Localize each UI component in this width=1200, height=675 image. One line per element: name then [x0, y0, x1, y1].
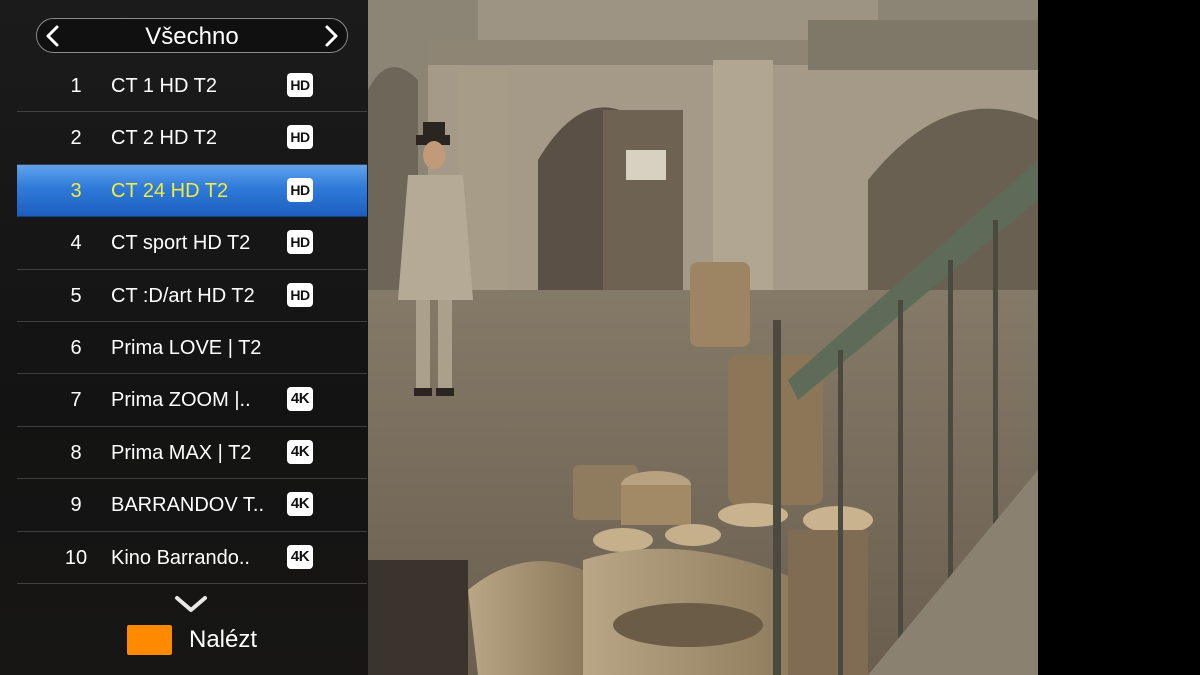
channel-row[interactable]: 4 CT sport HD T2 HD — [17, 217, 367, 270]
hd-badge-icon: HD — [287, 73, 313, 97]
channel-name: CT sport HD T2 — [111, 232, 251, 255]
hd-badge-icon: HD — [287, 230, 313, 255]
chevron-down-icon[interactable] — [173, 594, 209, 614]
channel-name: Prima ZOOM |.. — [111, 389, 251, 412]
channel-name: CT 1 HD T2 — [111, 75, 217, 97]
hd-badge-icon: HD — [287, 177, 313, 202]
channel-row[interactable]: 10 Kino Barrando.. 4K — [17, 532, 367, 584]
channel-name: Prima MAX | T2 — [111, 441, 252, 464]
find-button[interactable]: Nalézt — [127, 624, 257, 656]
channel-name: BARRANDOV T.. — [111, 494, 264, 517]
hd-badge-icon: HD — [287, 282, 313, 307]
channel-row[interactable]: 7 Prima ZOOM |.. 4K — [17, 374, 367, 427]
hd-badge-icon: HD — [287, 125, 313, 150]
channel-row[interactable]: 2 CT 2 HD T2 HD — [17, 112, 367, 165]
channel-group-title: Všechno — [145, 23, 239, 50]
channel-group-selector[interactable]: Všechno — [36, 18, 348, 53]
channel-name: CT :D/art HD T2 — [111, 284, 255, 307]
channel-name: Prima LOVE | T2 — [111, 336, 262, 359]
chevron-right-icon[interactable] — [319, 23, 343, 49]
channel-list: 1 CT 1 HD T2 HD 2 CT 2 HD T2 HD 3 CT 24 … — [17, 60, 367, 584]
4k-badge-icon: 4K — [287, 439, 313, 464]
4k-badge-icon: 4K — [287, 544, 313, 569]
channel-row-selected[interactable]: 3 CT 24 HD T2 HD — [17, 164, 367, 218]
channel-name: CT 2 HD T2 — [111, 127, 217, 150]
channel-row[interactable]: 5 CT :D/art HD T2 HD — [17, 270, 367, 322]
letterbox-bar — [1038, 0, 1200, 675]
4k-badge-icon: 4K — [287, 492, 313, 517]
channel-row[interactable]: 8 Prima MAX | T2 4K — [17, 427, 367, 480]
find-button-label: Nalézt — [189, 626, 258, 653]
tv-screen: Všechno 1 CT 1 HD T2 HD 2 CT 2 HD T2 HD … — [0, 0, 1200, 675]
channel-row[interactable]: 9 BARRANDOV T.. 4K — [17, 479, 367, 532]
video-preview — [368, 0, 1038, 675]
channel-row[interactable]: 1 CT 1 HD T2 HD — [17, 60, 367, 113]
4k-badge-icon: 4K — [287, 387, 313, 412]
channel-name: Kino Barrando.. — [111, 546, 250, 569]
video-frame-image — [368, 0, 1038, 675]
chevron-left-icon[interactable] — [41, 23, 65, 49]
channel-name: CT 24 HD T2 — [111, 179, 229, 202]
channel-list-panel: Všechno 1 CT 1 HD T2 HD 2 CT 2 HD T2 HD … — [0, 0, 368, 675]
channel-row[interactable]: 6 Prima LOVE | T2 — [17, 322, 367, 375]
orange-key-icon — [127, 625, 172, 655]
